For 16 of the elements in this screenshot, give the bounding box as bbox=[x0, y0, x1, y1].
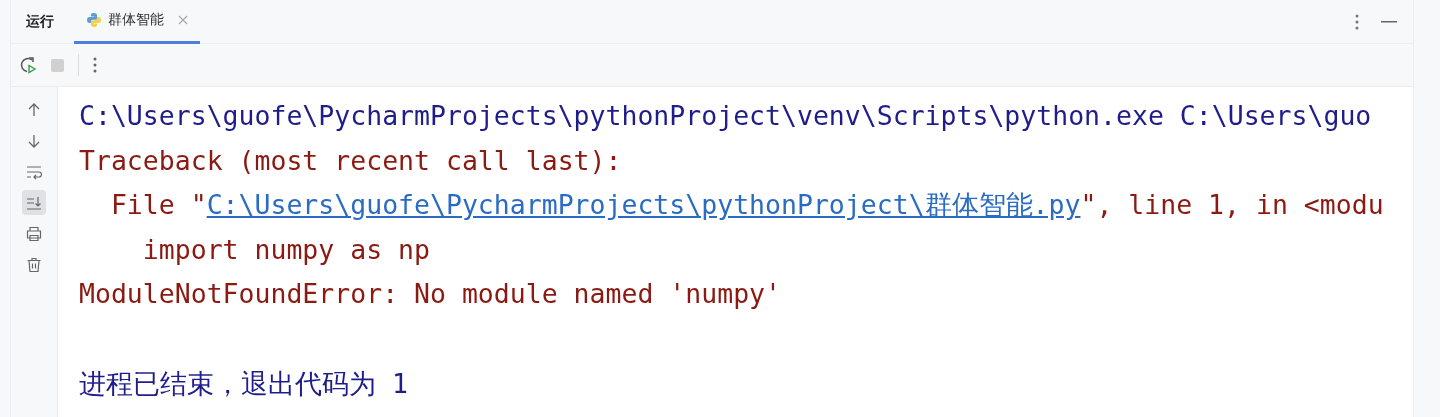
more-icon[interactable] bbox=[93, 57, 97, 73]
run-tab[interactable]: 群体智能 bbox=[74, 0, 200, 44]
close-icon[interactable] bbox=[178, 15, 188, 25]
file-link[interactable]: C:\Users\guofe\PycharmProjects\pythonProject\群体智能.py bbox=[206, 189, 1081, 221]
traceback-line: File "C:\Users\guofe\PycharmProjects\pythonProject\群体智能.py", line 1, in <modu bbox=[109, 188, 1385, 223]
python-icon bbox=[86, 12, 102, 28]
scroll-to-end-icon[interactable] bbox=[22, 190, 46, 215]
minimize-icon[interactable] bbox=[1381, 20, 1397, 23]
rerun-icon[interactable] bbox=[19, 56, 37, 74]
error-line: ModuleNotFoundError: No module named 'numpy' bbox=[79, 277, 782, 312]
more-icon[interactable] bbox=[1355, 13, 1359, 30]
command-line: C:\Users\guofe\PycharmProjects\pythonProject\venv\Scripts\python.exe C:\Users\guo bbox=[79, 99, 1373, 133]
exit-message: 进程已结束，退出代码为 1 bbox=[79, 366, 409, 401]
panel-title: 运行 bbox=[26, 12, 54, 31]
error-line: Traceback (most recent call last): bbox=[79, 143, 623, 178]
code-line: import numpy as np bbox=[141, 232, 431, 267]
